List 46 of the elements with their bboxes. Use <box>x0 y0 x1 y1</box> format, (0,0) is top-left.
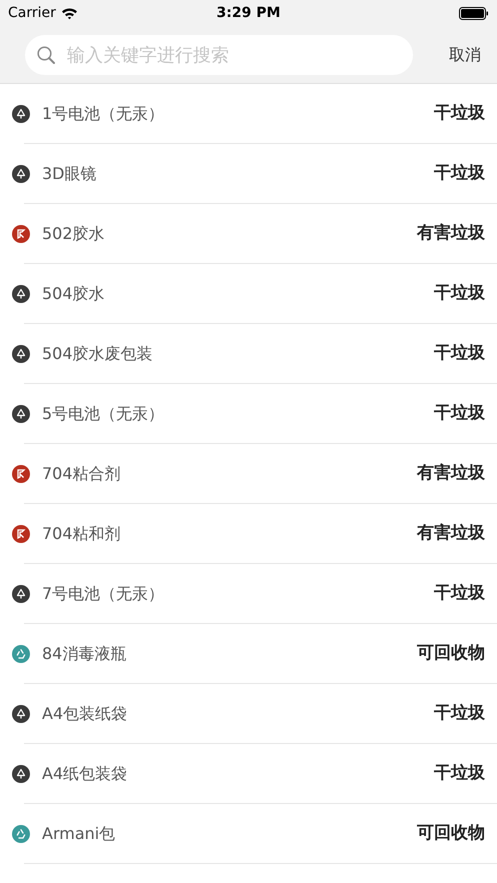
list-item[interactable]: 504胶水废包装 干垃圾 <box>0 324 497 384</box>
item-name: 704粘和剂 <box>42 523 121 545</box>
item-name: 84消毒液瓶 <box>42 643 126 665</box>
cancel-button[interactable]: 取消 <box>449 43 481 67</box>
category-label: 干垃圾 <box>434 762 486 786</box>
item-name: 704粘合剂 <box>42 463 121 485</box>
item-name: A4纸包装袋 <box>42 763 128 785</box>
list-item[interactable]: 84消毒液瓶 可回收物 <box>0 624 497 684</box>
category-label: 干垃圾 <box>434 162 486 186</box>
category-label: 干垃圾 <box>434 102 486 126</box>
search-icon <box>37 46 55 64</box>
item-name: Armani包 <box>42 823 116 845</box>
list-item[interactable]: 504胶水 干垃圾 <box>0 264 497 324</box>
list-item[interactable]: 1号电池（无汞） 干垃圾 <box>0 84 497 144</box>
category-label: 干垃圾 <box>434 282 486 306</box>
category-label: 干垃圾 <box>434 342 486 366</box>
item-name: 5号电池（无汞） <box>42 403 164 425</box>
item-name: 7号电池（无汞） <box>42 583 164 605</box>
category-label: 干垃圾 <box>434 702 486 726</box>
category-label: 有害垃圾 <box>417 462 486 486</box>
category-label: 干垃圾 <box>434 582 486 606</box>
list-item[interactable]: 3D眼镜 干垃圾 <box>0 144 497 204</box>
category-label: 可回收物 <box>417 642 486 666</box>
wifi-icon <box>60 6 78 20</box>
search-field[interactable]: 输入关键字进行搜索 <box>25 35 413 75</box>
list-item[interactable]: 502胶水 有害垃圾 <box>0 204 497 264</box>
status-time: 3:29 PM <box>216 4 280 22</box>
category-label: 有害垃圾 <box>417 222 486 246</box>
category-label: 干垃圾 <box>434 402 486 426</box>
list-item[interactable]: A4纸包装袋 干垃圾 <box>0 744 497 804</box>
list-item[interactable]: 7号电池（无汞） 干垃圾 <box>0 564 497 624</box>
list-item[interactable]: 704粘和剂 有害垃圾 <box>0 504 497 564</box>
item-name: 504胶水废包装 <box>42 343 153 365</box>
item-name: 3D眼镜 <box>42 163 96 185</box>
category-label: 可回收物 <box>417 822 486 846</box>
item-name: 1号电池（无汞） <box>42 103 164 125</box>
list-item[interactable]: Armani包 可回收物 <box>0 804 497 864</box>
battery-icon <box>459 6 489 20</box>
list-item[interactable]: 5号电池（无汞） 干垃圾 <box>0 384 497 444</box>
item-name: 502胶水 <box>42 223 105 245</box>
carrier-label: Carrier <box>8 4 56 22</box>
item-name: A4包装纸袋 <box>42 703 128 725</box>
item-name: 504胶水 <box>42 283 105 305</box>
category-label: 有害垃圾 <box>417 522 486 546</box>
list-item[interactable]: 704粘合剂 有害垃圾 <box>0 444 497 504</box>
list-item[interactable]: A4包装纸袋 干垃圾 <box>0 684 497 744</box>
